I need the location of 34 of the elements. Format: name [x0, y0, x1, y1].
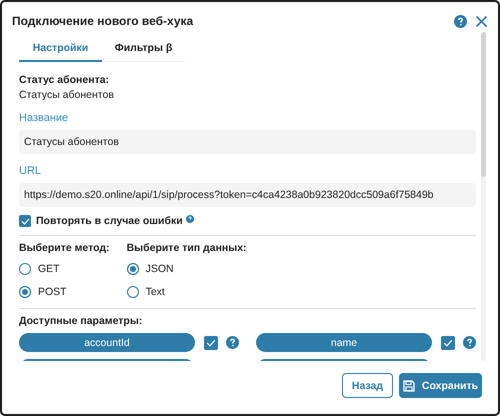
help-icon[interactable]	[226, 336, 239, 349]
name-field[interactable]: Статусы абонентов	[19, 130, 476, 154]
parameter-pill[interactable]: name	[256, 333, 432, 352]
url-field[interactable]: https://demo.s20.online/api/1/sip/process?token=c4ca4238a0b923820dcc509a6f75849b	[19, 183, 476, 207]
retry-label: Повторять в случае ошибки	[36, 215, 183, 227]
tab[interactable]: Настройки	[19, 36, 102, 62]
radio-button[interactable]	[126, 262, 139, 274]
help-icon[interactable]	[186, 215, 194, 223]
parameter-pill[interactable]: accountId	[19, 333, 195, 352]
close-icon[interactable]	[475, 14, 488, 28]
field-label: URL	[19, 165, 42, 177]
radio-button[interactable]	[19, 262, 31, 274]
field-label: Название	[19, 112, 70, 124]
retry-checkbox[interactable]	[19, 215, 31, 227]
help-icon[interactable]	[454, 14, 467, 28]
params-label: Доступные параметры:	[19, 315, 144, 327]
back-button[interactable]: Назад	[342, 373, 393, 398]
parameter-checkbox[interactable]	[204, 336, 218, 350]
radio-option[interactable]: GET	[19, 260, 110, 277]
status-label: Статус абонента:	[19, 74, 110, 86]
radio-button[interactable]	[126, 286, 139, 298]
save-button[interactable]: Сохранить	[399, 373, 482, 398]
group-label: Выберите тип данных:	[126, 242, 247, 254]
radio-option[interactable]: Text	[126, 283, 247, 300]
radio-option[interactable]: JSON	[126, 260, 247, 277]
radio-option[interactable]: POST	[19, 283, 110, 300]
parameter-checkbox[interactable]	[441, 336, 455, 350]
tab[interactable]: Фильтры β	[102, 36, 185, 62]
scrollbar[interactable]	[481, 32, 486, 361]
radio-button[interactable]	[19, 286, 31, 298]
group-label: Выберите метод:	[19, 242, 110, 254]
help-icon[interactable]	[463, 336, 476, 349]
window-title: Подключение нового веб-хука	[12, 14, 194, 28]
status-value: Статусы абонентов	[19, 89, 115, 101]
